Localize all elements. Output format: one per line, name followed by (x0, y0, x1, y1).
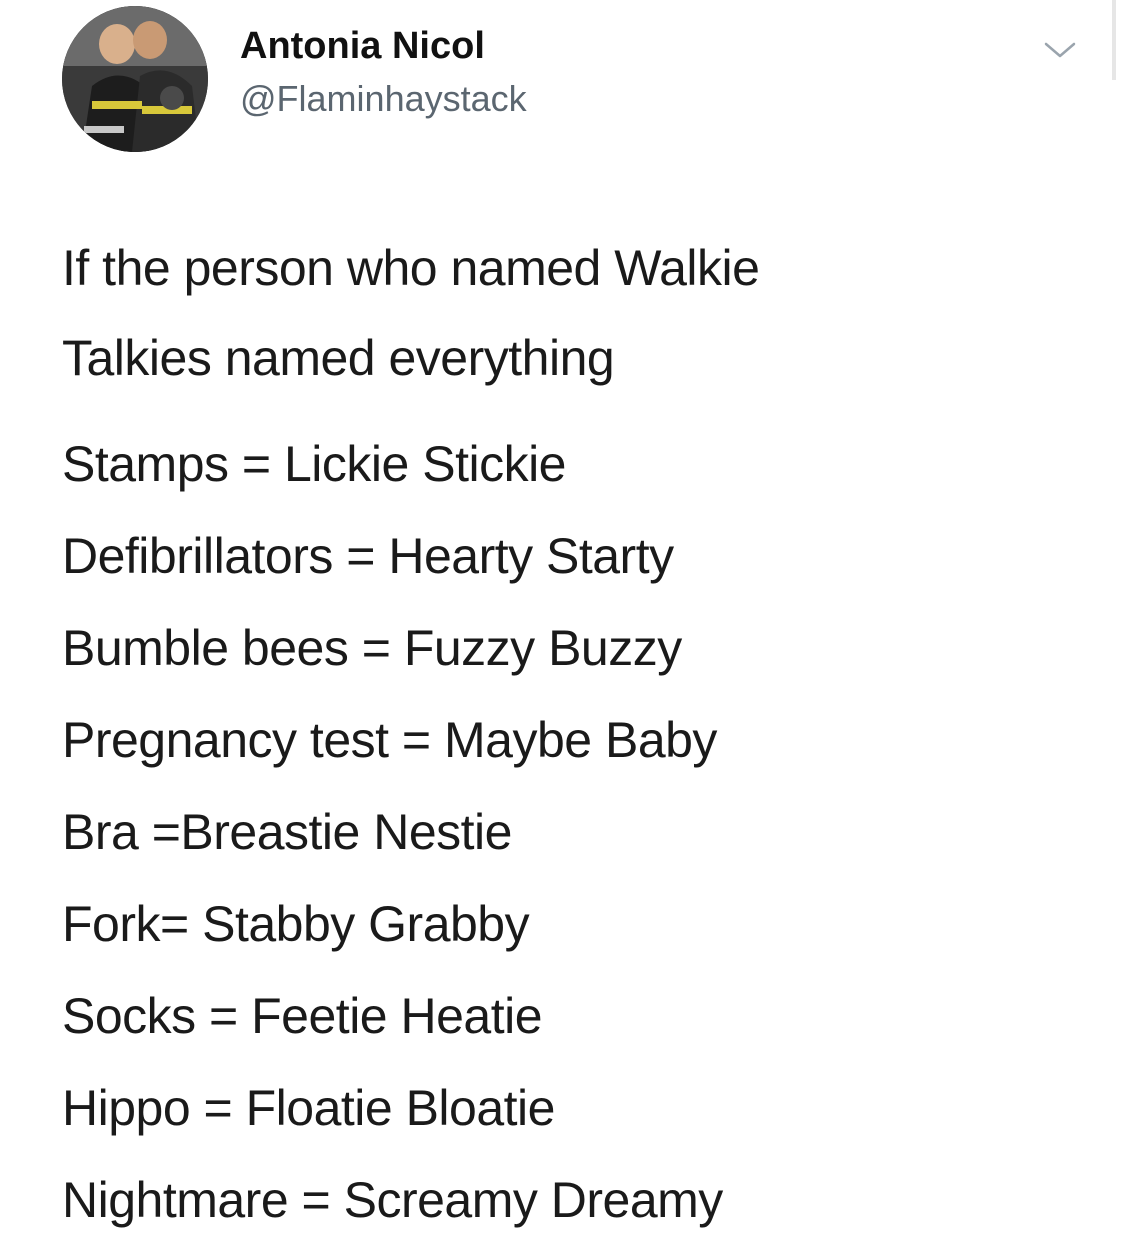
display-name[interactable]: Antonia Nicol (240, 24, 485, 68)
list-item: Nightmare = Screamy Dreamy (62, 1172, 723, 1228)
user-handle[interactable]: @Flaminhaystack (240, 78, 527, 120)
list-item: Stamps = Lickie Stickie (62, 436, 566, 492)
scroll-edge (1112, 0, 1116, 80)
chevron-down-icon[interactable] (1040, 38, 1080, 62)
tweet-card: Antonia Nicol @Flaminhaystack If the per… (0, 0, 1125, 1258)
avatar-photo-icon (62, 6, 208, 152)
list-item: Fork= Stabby Grabby (62, 896, 530, 952)
tweet-intro-line: Talkies named everything (62, 330, 615, 386)
list-item: Hippo = Floatie Bloatie (62, 1080, 555, 1136)
tweet-intro-line: If the person who named Walkie (62, 240, 760, 296)
tweet-body: If the person who named Walkie Talkies n… (62, 222, 1102, 1246)
list-item: Defibrillators = Hearty Starty (62, 528, 674, 584)
list-item: Pregnancy test = Maybe Baby (62, 712, 717, 768)
list-item: Bumble bees = Fuzzy Buzzy (62, 620, 682, 676)
list-item: Bra =Breastie Nestie (62, 804, 512, 860)
avatar[interactable] (62, 6, 208, 152)
list-item: Socks = Feetie Heatie (62, 988, 543, 1044)
